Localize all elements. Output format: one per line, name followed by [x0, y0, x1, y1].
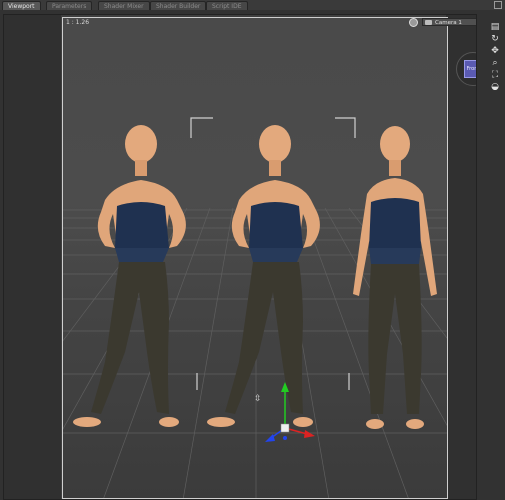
orbit-icon[interactable]: ↻	[489, 34, 501, 45]
pane-menu-icon[interactable]	[494, 1, 502, 9]
figure-left[interactable]	[65, 122, 205, 434]
figure-right[interactable]	[345, 124, 445, 436]
viewport-panel: 1 : 1.26 ⇳ Camera 1 Fro ▤ ↻ ✥ ⌕ ⛶ ◒	[0, 10, 505, 500]
move-cursor-icon: ⇳	[254, 394, 262, 404]
view-cube-front-face[interactable]: Front	[464, 60, 476, 78]
draw-style-icon[interactable]	[409, 18, 418, 27]
viewport-area[interactable]: 1 : 1.26 ⇳ Camera 1 Fro	[3, 14, 477, 500]
camera-icon[interactable]: ▤	[489, 22, 501, 33]
camera-select[interactable]: Camera 1 ▾	[422, 18, 476, 26]
pan-icon[interactable]: ✥	[489, 46, 501, 57]
render-frame[interactable]: 1 : 1.26 ⇳	[62, 17, 448, 499]
reset-icon[interactable]: ◒	[489, 82, 501, 93]
zoom-icon[interactable]: ⌕	[489, 58, 501, 69]
viewport-nav-controls: ▤ ↻ ✥ ⌕ ⛶ ◒	[489, 22, 503, 94]
viewport-margin-left	[4, 15, 61, 499]
frame-icon[interactable]: ⛶	[489, 70, 501, 81]
viewport-margin-right	[446, 15, 476, 499]
camera-icon	[425, 20, 432, 25]
transform-gizmo[interactable]	[263, 378, 323, 448]
